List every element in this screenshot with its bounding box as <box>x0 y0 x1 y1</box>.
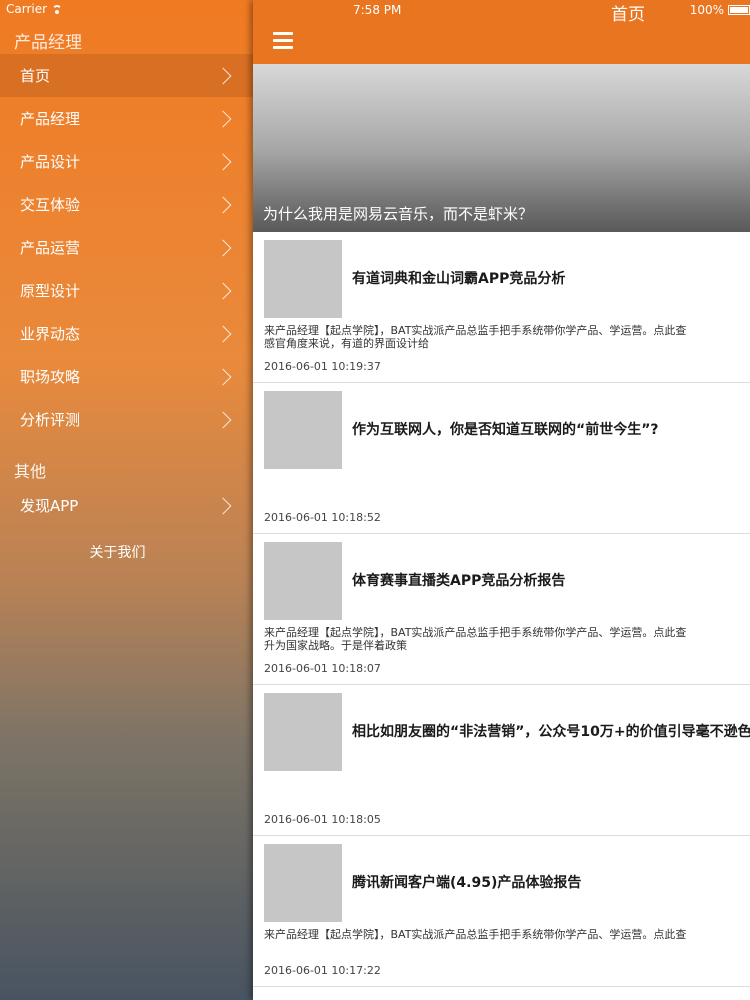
article-title: 体育赛事直播类APP竞品分析报告 <box>352 573 566 589</box>
sidebar-item-label: 产品设计 <box>20 153 81 171</box>
sidebar-item-discover-app[interactable]: 发现APP <box>0 484 253 527</box>
sidebar-item-interaction[interactable]: 交互体验 <box>0 183 253 226</box>
nav-bar: 7:58 PM 100% 首页 <box>253 0 750 64</box>
banner-caption: 为什么我用是网易云音乐，而不是虾米？ <box>263 205 534 223</box>
article-thumbnail <box>264 391 342 469</box>
list-item[interactable]: 作为互联网人，你是否知道互联网的“前世今生”? 2016-06-01 10:18… <box>253 383 750 534</box>
article-date: 2016-06-01 10:18:05 <box>264 813 381 826</box>
article-title: 有道词典和金山词霸APP竞品分析 <box>352 271 566 287</box>
menu-icon[interactable] <box>273 32 293 49</box>
chevron-right-icon <box>214 325 232 342</box>
list-item[interactable]: 体育赛事直播类APP竞品分析报告 来产品经理【起点学院】，BAT实战派产品总监手… <box>253 534 750 685</box>
sidebar-item-label: 原型设计 <box>20 282 81 300</box>
sidebar: Carrier 产品经理 首页 产品经理 产品设计 交互体验 产品运营 原型设计… <box>0 0 253 1000</box>
article-thumbnail <box>264 693 342 771</box>
article-thumbnail <box>264 542 342 620</box>
article-list: 有道词典和金山词霸APP竞品分析 来产品经理【起点学院】，BAT实战派产品总监手… <box>253 232 750 987</box>
chevron-right-icon <box>214 497 232 514</box>
sidebar-item-operations[interactable]: 产品运营 <box>0 226 253 269</box>
sidebar-item-label: 产品经理 <box>20 110 81 128</box>
sidebar-item-career[interactable]: 职场攻略 <box>0 355 253 398</box>
status-carrier: Carrier <box>6 2 63 16</box>
article-date: 2016-06-01 10:18:07 <box>264 662 381 675</box>
sidebar-section-other: 其他 <box>14 462 47 481</box>
sidebar-item-label: 业界动态 <box>20 325 81 343</box>
article-date: 2016-06-01 10:19:37 <box>264 360 381 373</box>
status-time: 7:58 PM <box>353 3 402 17</box>
chevron-right-icon <box>214 67 232 84</box>
wifi-icon <box>51 4 63 14</box>
sidebar-item-industry-news[interactable]: 业界动态 <box>0 312 253 355</box>
sidebar-title: 产品经理 <box>14 33 82 53</box>
chevron-right-icon <box>214 153 232 170</box>
article-thumbnail <box>264 844 342 922</box>
article-title: 腾讯新闻客户端(4.95)产品体验报告 <box>352 875 582 891</box>
sidebar-item-prototype[interactable]: 原型设计 <box>0 269 253 312</box>
sidebar-item-review[interactable]: 分析评测 <box>0 398 253 441</box>
article-summary: 来产品经理【起点学院】，BAT实战派产品总监手把手系统带你学产品、学运营。点此查… <box>264 324 687 350</box>
sidebar-item-label: 发现APP <box>20 497 79 515</box>
chevron-right-icon <box>214 239 232 256</box>
sidebar-item-product-design[interactable]: 产品设计 <box>0 140 253 183</box>
carrier-label: Carrier <box>6 2 48 16</box>
main-panel: 7:58 PM 100% 首页 为什么我用是网易云音乐，而不是虾米？ 有道词典和… <box>253 0 750 1000</box>
article-title: 相比如朋友圈的“非法营销”，公众号10万+的价值引导毫不逊色 <box>352 724 750 740</box>
sidebar-item-label: 职场攻略 <box>20 368 81 386</box>
article-summary: 来产品经理【起点学院】，BAT实战派产品总监手把手系统带你学产品、学运营。点此查… <box>264 626 687 652</box>
list-item[interactable]: 相比如朋友圈的“非法营销”，公众号10万+的价值引导毫不逊色 2016-06-0… <box>253 685 750 836</box>
sidebar-item-home[interactable]: 首页 <box>0 54 253 97</box>
chevron-right-icon <box>214 196 232 213</box>
sidebar-item-product-manager[interactable]: 产品经理 <box>0 97 253 140</box>
battery-label: 100% <box>689 3 724 17</box>
about-us-link[interactable]: 关于我们 <box>0 542 235 562</box>
chevron-right-icon <box>214 110 232 127</box>
chevron-right-icon <box>214 282 232 299</box>
sidebar-menu: 首页 产品经理 产品设计 交互体验 产品运营 原型设计 业界动态 职场攻略 分析… <box>0 54 253 441</box>
sidebar-other-menu: 发现APP <box>0 484 253 527</box>
sidebar-item-label: 交互体验 <box>20 196 81 214</box>
article-title: 作为互联网人，你是否知道互联网的“前世今生”? <box>352 422 659 438</box>
chevron-right-icon <box>214 411 232 428</box>
sidebar-item-label: 首页 <box>20 67 51 85</box>
chevron-right-icon <box>214 368 232 385</box>
article-thumbnail <box>264 240 342 318</box>
sidebar-item-label: 分析评测 <box>20 411 81 429</box>
article-date: 2016-06-01 10:18:52 <box>264 511 381 524</box>
status-battery: 100% <box>690 3 750 17</box>
list-item[interactable]: 有道词典和金山词霸APP竞品分析 来产品经理【起点学院】，BAT实战派产品总监手… <box>253 232 750 383</box>
battery-icon <box>728 5 750 15</box>
list-item[interactable]: 腾讯新闻客户端(4.95)产品体验报告 来产品经理【起点学院】，BAT实战派产品… <box>253 836 750 987</box>
article-date: 2016-06-01 10:17:22 <box>264 964 381 977</box>
page-title: 首页 <box>611 5 645 25</box>
app-root: Carrier 产品经理 首页 产品经理 产品设计 交互体验 产品运营 原型设计… <box>0 0 750 1000</box>
article-summary: 来产品经理【起点学院】，BAT实战派产品总监手把手系统带你学产品、学运营。点此查 <box>264 928 687 941</box>
sidebar-item-label: 产品运营 <box>20 239 81 257</box>
featured-banner[interactable]: 为什么我用是网易云音乐，而不是虾米？ <box>253 64 750 232</box>
